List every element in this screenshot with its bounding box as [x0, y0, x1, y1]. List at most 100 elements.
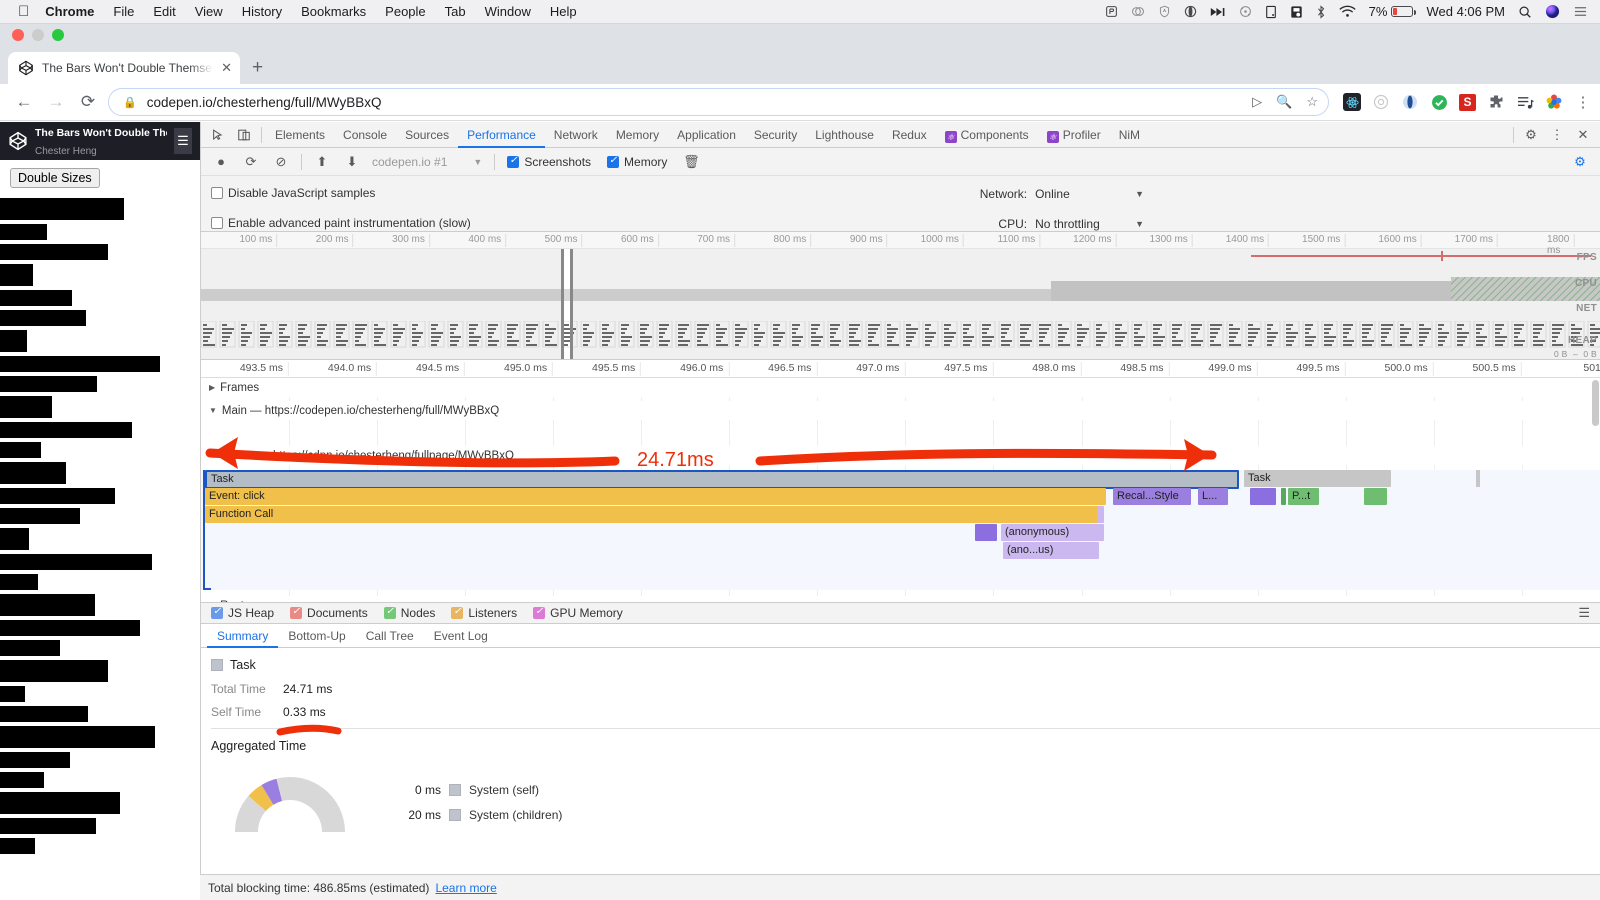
menu-item-people[interactable]: People: [385, 4, 425, 19]
target-selector[interactable]: codepen.io #1 ▼: [372, 155, 482, 169]
flame-event[interactable]: (ano...us): [1003, 542, 1099, 559]
save-profile-icon[interactable]: ⬇: [338, 150, 366, 174]
double-sizes-button[interactable]: Double Sizes: [10, 168, 100, 188]
dashlane-shield-icon[interactable]: [1158, 5, 1171, 18]
flame-event-marker[interactable]: [1476, 470, 1480, 487]
chevron-right-icon[interactable]: ▶: [209, 383, 215, 392]
address-bar[interactable]: 🔒 codepen.io/chesterheng/full/MWyBBxQ ▷ …: [108, 88, 1329, 116]
counter-checkbox-documents[interactable]: Documents: [290, 606, 368, 620]
bookmark-star-icon[interactable]: ☆: [1306, 94, 1318, 110]
counter-checkbox-nodes[interactable]: Nodes: [383, 606, 435, 620]
menu-item-window[interactable]: Window: [485, 4, 531, 19]
device-toolbar-icon[interactable]: [231, 123, 257, 147]
flame-chart-scrollbar[interactable]: [1592, 380, 1599, 426]
flame-group-0[interactable]: ▶ Frames: [201, 378, 1600, 397]
clear-icon[interactable]: ⊘: [267, 150, 295, 174]
chevron-right-icon[interactable]: ▶: [209, 601, 215, 602]
network-value[interactable]: Online: [1035, 187, 1127, 201]
flame-chart[interactable]: 493.5 ms 494.0 ms 494.5 ms 495.0 ms 495.5 ms…: [201, 360, 1600, 602]
overview-selection-handle-right[interactable]: [570, 249, 573, 359]
pocket-icon[interactable]: [1105, 5, 1118, 18]
new-tab-button[interactable]: +: [252, 58, 263, 77]
counter-checkbox-gpu-memory[interactable]: GPU Memory: [533, 606, 623, 620]
opera-icon[interactable]: [1184, 5, 1197, 18]
menu-item-bookmarks[interactable]: Bookmarks: [301, 4, 366, 19]
screenshots-checkbox[interactable]: Screenshots: [507, 155, 591, 169]
chevron-down-icon[interactable]: ▼: [209, 406, 217, 415]
flame-event[interactable]: [975, 524, 997, 541]
tab-memory[interactable]: Memory: [607, 122, 668, 148]
tab-performance[interactable]: Performance: [458, 122, 545, 148]
target-icon[interactable]: [1372, 93, 1390, 111]
menu-item-view[interactable]: View: [195, 4, 223, 19]
menu-item-history[interactable]: History: [242, 4, 282, 19]
display-icon[interactable]: [1265, 5, 1277, 19]
cursor-icon[interactable]: ▷: [1252, 94, 1262, 110]
tab-redux[interactable]: Redux: [883, 122, 936, 148]
hamburger-icon[interactable]: ☰: [173, 128, 192, 154]
menu-item-tab[interactable]: Tab: [445, 4, 466, 19]
record-icon[interactable]: ●: [207, 150, 235, 174]
overview-selection-handle-left[interactable]: [561, 249, 564, 359]
wifi-icon[interactable]: [1339, 5, 1356, 18]
flame-event[interactable]: (anonymous): [1001, 524, 1101, 541]
flame-event[interactable]: P...t: [1288, 488, 1319, 505]
codepen-icon[interactable]: [8, 131, 28, 151]
detail-tab-summary[interactable]: Summary: [207, 624, 278, 648]
more-vertical-icon[interactable]: ⋮: [1544, 123, 1570, 147]
menu-item-edit[interactable]: Edit: [153, 4, 175, 19]
flame-event[interactable]: Task: [205, 470, 1239, 489]
learn-more-link[interactable]: Learn more: [435, 881, 496, 895]
timeline-overview[interactable]: 100 ms 200 ms 300 ms 400 ms 500 ms 600 ms 700 …: [201, 232, 1600, 360]
load-profile-icon[interactable]: ⬆: [308, 150, 336, 174]
tab-network[interactable]: Network: [545, 122, 607, 148]
flame-event[interactable]: L...: [1198, 488, 1228, 505]
flame-event[interactable]: Function Call: [205, 506, 1101, 523]
playlist-icon[interactable]: [1516, 93, 1534, 111]
flame-event[interactable]: [1097, 524, 1104, 541]
creative-cloud-icon[interactable]: [1131, 5, 1145, 18]
flame-event[interactable]: Event: click: [205, 488, 1106, 505]
backup-icon[interactable]: [1290, 5, 1303, 19]
gear-icon[interactable]: ⚙: [1518, 123, 1544, 147]
close-window-button[interactable]: [12, 29, 24, 41]
menu-item-file[interactable]: File: [113, 4, 134, 19]
flame-event[interactable]: [1364, 488, 1387, 505]
flame-group-2[interactable]: ▼ Frame — https://cdpn.io/chesterheng/ful…: [201, 446, 1600, 465]
maximize-window-button[interactable]: [52, 29, 64, 41]
tab-profiler[interactable]: ⚛ Profiler: [1038, 122, 1110, 148]
browser-tab[interactable]: The Bars Won't Double Themse ✕: [8, 52, 240, 84]
chrome-menu-icon[interactable]: ⋮: [1574, 93, 1592, 111]
flame-event[interactable]: [1281, 488, 1286, 505]
reload-record-icon[interactable]: ⟳: [237, 150, 265, 174]
counter-checkbox-js-heap[interactable]: JS Heap: [211, 606, 274, 620]
close-icon[interactable]: ✕: [1570, 123, 1596, 147]
memory-checkbox[interactable]: Memory: [607, 155, 667, 169]
s-extension-icon[interactable]: S: [1459, 93, 1476, 111]
tab-lighthouse[interactable]: Lighthouse: [806, 122, 883, 148]
disable-js-samples-checkbox[interactable]: Disable JavaScript samples: [211, 186, 375, 200]
flame-chart-body[interactable]: ▶ Frames ▼ Main — https://codepen.io/cheste…: [201, 378, 1600, 602]
gear-icon[interactable]: ⚙: [1566, 150, 1594, 174]
reload-icon[interactable]: ⟳: [72, 86, 104, 118]
bluetooth-icon[interactable]: [1316, 4, 1326, 19]
control-center-icon[interactable]: [1573, 5, 1588, 18]
close-icon[interactable]: ✕: [221, 60, 232, 76]
chevron-down-icon[interactable]: ▼: [209, 451, 217, 460]
flame-event[interactable]: [1097, 506, 1104, 523]
profile-avatar-icon[interactable]: [1545, 93, 1563, 111]
detail-tab-event-log[interactable]: Event Log: [424, 624, 498, 648]
tab-console[interactable]: Console: [334, 122, 396, 148]
counters-menu-icon[interactable]: ☰: [1578, 605, 1590, 621]
tab-sources[interactable]: Sources: [396, 122, 458, 148]
trash-icon[interactable]: 🗑: [677, 150, 705, 174]
siri-icon[interactable]: [1545, 4, 1560, 19]
tab-components[interactable]: ⚛ Components: [936, 122, 1038, 148]
flame-event[interactable]: Task: [1244, 470, 1391, 487]
back-arrow-icon[interactable]: ←: [8, 86, 40, 118]
chevron-down-icon[interactable]: ▼: [1135, 219, 1144, 229]
disc-icon[interactable]: [1239, 5, 1252, 18]
tab-elements[interactable]: Elements: [266, 122, 334, 148]
check-circle-icon[interactable]: [1430, 93, 1448, 111]
minimize-window-button[interactable]: [32, 29, 44, 41]
